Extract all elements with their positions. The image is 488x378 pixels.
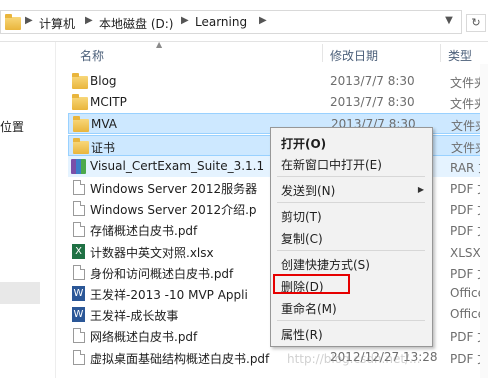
- nav-item-location[interactable]: 位置: [0, 118, 24, 135]
- chevron-right-icon[interactable]: ▶: [25, 15, 33, 26]
- file-name: 王发祥-2013 -10 MVP Appli: [90, 288, 248, 302]
- navigation-pane: 位置: [0, 42, 56, 378]
- menu-item-rename[interactable]: 重命名(M): [281, 300, 337, 317]
- file-row[interactable]: Blog 2013/7/7 8:30 文件夹: [68, 71, 488, 92]
- document-icon: [73, 201, 85, 217]
- file-name: 存储概述白皮书.pdf: [90, 224, 198, 239]
- chevron-right-icon: ▶: [417, 185, 424, 194]
- menu-separator: [277, 176, 425, 177]
- vertical-scrollbar[interactable]: [480, 64, 488, 378]
- file-row[interactable]: 虚拟桌面基础结构概述白皮书.pdf 2012/12/27 13:28 PDF 文: [68, 347, 488, 368]
- excel-icon: X: [72, 243, 85, 259]
- breadcrumb-learning[interactable]: Learning: [195, 15, 247, 29]
- folder-icon: [72, 94, 88, 111]
- sort-up-icon: ▲: [156, 40, 163, 49]
- menu-separator: [277, 320, 425, 321]
- document-icon: [73, 180, 85, 195]
- refresh-button[interactable]: ↻: [466, 14, 486, 32]
- column-header-name[interactable]: 名称: [80, 47, 104, 64]
- context-menu: 打开(O) 在新窗口中打开(E) 发送到(N) ▶ 剪切(T) 复制(C) 创建…: [270, 127, 433, 347]
- chevron-right-icon[interactable]: ▶: [181, 15, 189, 26]
- file-date: 2013/7/7 8:30: [330, 74, 415, 88]
- chevron-right-icon[interactable]: ▶: [259, 15, 267, 26]
- address-bar: ▶ 计算机 ▶ 本地磁盘 (D:) ▶ Learning ▶ ▼ ↻: [0, 0, 488, 42]
- nav-pane-scroll-area: [0, 282, 40, 304]
- document-icon: [73, 328, 85, 344]
- menu-item-properties[interactable]: 属性(R): [281, 326, 323, 343]
- breadcrumb[interactable]: ▶ 计算机 ▶ 本地磁盘 (D:) ▶ Learning ▶ ▼: [0, 10, 462, 34]
- chevron-right-icon[interactable]: ▶: [85, 15, 93, 26]
- file-name: Visual_CertExam_Suite_3.1.1: [90, 158, 265, 173]
- menu-separator: [277, 250, 425, 251]
- file-name: 证书: [91, 140, 116, 155]
- document-icon: [73, 264, 85, 280]
- menu-item-open[interactable]: 打开(O): [281, 135, 326, 152]
- file-row[interactable]: MCITP 2013/7/7 8:30 文件夹: [68, 92, 488, 113]
- file-name: 虚拟桌面基础结构概述白皮书.pdf: [90, 351, 270, 366]
- delete-highlight-box: [273, 274, 350, 294]
- word-icon: W: [72, 307, 85, 323]
- file-name: MVA: [91, 117, 118, 132]
- chevron-down-icon[interactable]: ▼: [441, 15, 457, 31]
- file-name: Windows Server 2012介绍.p: [90, 203, 257, 218]
- menu-item-copy[interactable]: 复制(C): [281, 230, 323, 247]
- document-icon: [73, 349, 85, 365]
- menu-item-send-to[interactable]: 发送到(N): [281, 182, 335, 199]
- column-header-type[interactable]: 类型: [448, 47, 472, 64]
- file-date: 2013/7/7 8:30: [330, 95, 415, 110]
- word-icon: W: [72, 286, 85, 301]
- breadcrumb-drive-d[interactable]: 本地磁盘 (D:): [99, 15, 173, 32]
- column-divider[interactable]: [322, 44, 323, 62]
- file-name: 网络概述白皮书.pdf: [90, 330, 198, 345]
- breadcrumb-computer[interactable]: 计算机: [39, 15, 75, 32]
- file-name: MCITP: [90, 95, 127, 110]
- folder-icon: [5, 14, 21, 30]
- menu-item-create-shortcut[interactable]: 创建快捷方式(S): [281, 256, 370, 273]
- menu-item-open-new-window[interactable]: 在新窗口中打开(E): [281, 156, 382, 173]
- folder-icon: [72, 73, 88, 89]
- column-header-date[interactable]: 修改日期: [330, 47, 378, 64]
- column-divider[interactable]: [440, 44, 441, 62]
- file-name: Windows Server 2012服务器: [90, 182, 258, 196]
- column-headers: ▲ 名称 修改日期 类型: [56, 40, 488, 64]
- file-name: Blog: [90, 74, 117, 88]
- file-name: 计数器中英文对照.xlsx: [90, 245, 214, 260]
- folder-icon: [73, 116, 89, 133]
- menu-item-cut[interactable]: 剪切(T): [281, 208, 322, 225]
- file-name: 王发祥-成长故事: [90, 309, 179, 324]
- file-name: 身份和访问概述白皮书.pdf: [90, 266, 234, 281]
- menu-separator: [277, 202, 425, 203]
- rar-icon: [71, 158, 86, 174]
- folder-icon: [73, 137, 89, 154]
- document-icon: [73, 222, 85, 238]
- watermark: http://blog.csdn.net/...: [287, 352, 421, 366]
